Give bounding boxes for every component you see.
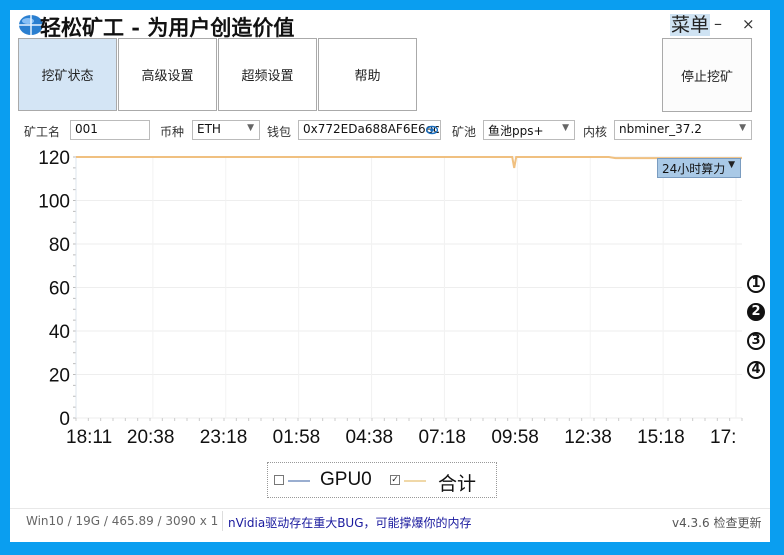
- miner-name-label: 矿工名: [24, 125, 61, 139]
- x-tick-label: 17:: [710, 427, 736, 448]
- total-legend-label: 合计: [438, 474, 477, 495]
- y-tick-label: 60: [49, 279, 70, 300]
- time-range-value: 24小时算力: [662, 162, 726, 176]
- wallet-value: 0x772EDa688AF6E6ec: [303, 122, 440, 136]
- gpu0-legend-line: [288, 480, 310, 482]
- gpu0-checkbox[interactable]: [274, 475, 284, 485]
- minimize-button[interactable]: –: [714, 14, 722, 33]
- version-check-update[interactable]: v4.3.6 检查更新: [672, 514, 761, 531]
- page-selector-1[interactable]: 1: [747, 275, 765, 293]
- tab-mining-status[interactable]: 挖矿状态: [18, 38, 117, 111]
- y-tick-label: 120: [38, 148, 70, 169]
- wallet-input[interactable]: 0x772EDa688AF6E6ec: [298, 120, 441, 140]
- tab-help[interactable]: 帮助: [318, 38, 417, 111]
- chart-legend: GPU0 ✓ 合计: [267, 462, 497, 498]
- app-window: 轻松矿工 - 为用户创造价值 菜单 – × 挖矿状态 高级设置 超频设置 帮助 …: [10, 10, 770, 542]
- pool-label: 矿池: [452, 125, 477, 139]
- y-tick-label: 20: [49, 366, 70, 387]
- stop-mining-button[interactable]: 停止挖矿: [662, 38, 752, 112]
- x-tick-label: 04:38: [346, 427, 394, 448]
- x-tick-label: 09:58: [491, 427, 539, 448]
- series-line-total: [76, 156, 742, 169]
- total-checkbox[interactable]: ✓: [390, 475, 400, 485]
- page-selector-3[interactable]: 3: [747, 332, 765, 350]
- tab-overclock-settings[interactable]: 超频设置: [218, 38, 317, 111]
- coin-select[interactable]: ETH ▼: [192, 120, 260, 140]
- pool-select[interactable]: 鱼池pps+ ▼: [483, 120, 575, 140]
- hashrate-chart: 02040608010012018:11 20:38 23:18 01:58 04:38…: [38, 148, 743, 448]
- wallet-label: 钱包: [267, 125, 292, 139]
- coin-label: 币种: [160, 125, 185, 139]
- miner-name-input[interactable]: 001: [70, 120, 150, 140]
- status-divider: [222, 511, 223, 531]
- driver-warning-link[interactable]: nVidia驱动存在重大BUG，可能撑爆你的内存: [228, 514, 472, 531]
- page-selector-2[interactable]: 2: [747, 303, 765, 321]
- x-tick-label: 15:18: [637, 427, 685, 448]
- y-tick-label: 80: [49, 235, 70, 256]
- eye-icon[interactable]: [426, 124, 438, 136]
- x-tick-label: 07:18: [418, 427, 466, 448]
- total-legend-line: [404, 480, 426, 482]
- y-tick-label: 40: [49, 322, 70, 343]
- status-bar: Win10 / 19G / 465.89 / 3090 x 1 nVidia驱动…: [10, 508, 770, 535]
- menu-button[interactable]: 菜单: [670, 14, 711, 36]
- tab-advanced-settings[interactable]: 高级设置: [118, 38, 217, 111]
- system-info: Win10 / 19G / 465.89 / 3090 x 1: [26, 514, 219, 528]
- x-tick-label: 23:18: [200, 427, 248, 448]
- y-tick-label: 100: [38, 192, 70, 213]
- page-selector-4[interactable]: 4: [747, 361, 765, 379]
- kernel-label: 内核: [583, 125, 608, 139]
- title-bar: 轻松矿工 - 为用户创造价值 菜单 – ×: [10, 10, 770, 40]
- x-tick-label: 01:58: [273, 427, 321, 448]
- time-range-select[interactable]: 24小时算力 ▼: [657, 158, 741, 178]
- pool-value: 鱼池pps+: [488, 124, 544, 138]
- config-row: 矿工名 001 币种 ETH ▼ 钱包 0x772EDa688AF6E6ec 矿池…: [10, 118, 770, 144]
- kernel-select[interactable]: nbminer_37.2 ▼: [614, 120, 752, 140]
- gpu0-legend-label: GPU0: [320, 469, 372, 490]
- chevron-down-icon: ▼: [562, 123, 569, 133]
- coin-value: ETH: [197, 122, 221, 136]
- kernel-value: nbminer_37.2: [619, 122, 702, 136]
- x-tick-label: 20:38: [127, 427, 175, 448]
- chevron-down-icon: ▼: [728, 160, 735, 170]
- miner-name-value: 001: [75, 122, 98, 136]
- chevron-down-icon: ▼: [739, 123, 746, 133]
- close-button[interactable]: ×: [742, 15, 755, 33]
- x-tick-label: 18:11: [66, 427, 112, 448]
- x-tick-label: 12:38: [564, 427, 612, 448]
- chevron-down-icon: ▼: [247, 123, 254, 133]
